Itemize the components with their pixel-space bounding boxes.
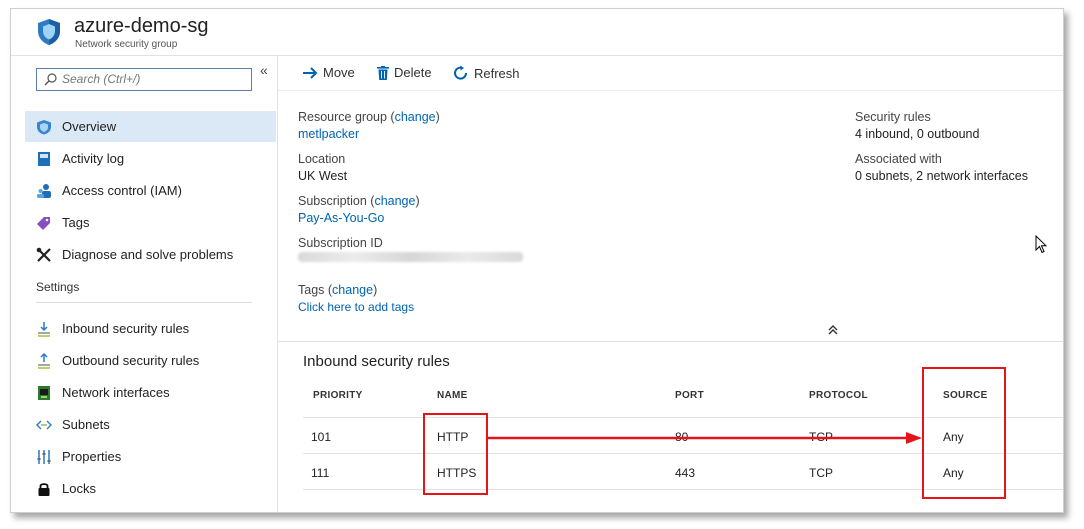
resource-group-change-link[interactable]: change (395, 110, 436, 124)
sidebar-item-label: Inbound security rules (62, 321, 190, 336)
inbound-rules-icon (38, 322, 50, 337)
sidebar-item-label: Network interfaces (62, 385, 170, 400)
move-button[interactable]: Move (302, 65, 355, 80)
sidebar-item-access-control[interactable]: Access control (IAM) (25, 175, 276, 206)
refresh-button[interactable]: Refresh (453, 65, 520, 81)
sidebar-item-label: Overview (62, 119, 117, 134)
trash-icon (377, 66, 389, 80)
search-box[interactable] (36, 68, 252, 91)
sidebar-item-label: Diagnose and solve problems (62, 247, 234, 262)
properties-icon (37, 450, 51, 464)
subscription-id-label: Subscription ID (298, 236, 383, 250)
sidebar-item-tags[interactable]: Tags (25, 207, 276, 238)
collapse-essentials-button[interactable] (828, 324, 838, 338)
refresh-icon (454, 65, 468, 80)
name-highlight-box (423, 413, 488, 495)
sidebar-item-overview[interactable]: Overview (25, 111, 276, 142)
search-input[interactable] (62, 70, 242, 88)
sidebar-item-label: Properties (62, 449, 122, 464)
search-icon (44, 73, 57, 86)
sidebar-item-subnets[interactable]: Subnets (25, 409, 276, 440)
mouse-pointer-icon (1035, 235, 1047, 254)
shield-logo-icon (38, 19, 60, 45)
subscription-label: Subscription (change) (298, 194, 420, 208)
sidebar-item-locks[interactable]: Locks (25, 473, 276, 504)
sidebar-item-label: Locks (62, 481, 96, 496)
users-icon (37, 184, 51, 198)
sidebar-item-label: Activity log (62, 151, 125, 166)
lock-icon (38, 483, 50, 496)
source-highlight-box (922, 367, 1006, 499)
add-tags-link[interactable]: Click here to add tags (298, 300, 414, 314)
refresh-label: Refresh (474, 66, 520, 81)
cell-port: 443 (675, 466, 696, 480)
main-content: Move Delete Refresh Resource group (chan… (278, 56, 1063, 512)
subscription-change-link[interactable]: change (374, 194, 415, 208)
tag-icon (37, 217, 50, 230)
annotation-arrow (488, 432, 922, 444)
sidebar-item-diagnose[interactable]: Diagnose and solve problems (25, 239, 276, 270)
outbound-rules-icon (38, 353, 50, 369)
inbound-rules-title: Inbound security rules (303, 353, 450, 370)
security-rules-value: 4 inbound, 0 outbound (855, 127, 980, 141)
sidebar-item-label: Subnets (62, 417, 110, 432)
sidebar-item-label: Outbound security rules (62, 353, 200, 368)
location-value: UK West (298, 169, 348, 183)
column-header-port: PORT (675, 390, 704, 401)
column-header-name: NAME (437, 390, 468, 401)
tags-label: Tags (change) (298, 283, 378, 297)
security-rules-label: Security rules (855, 110, 931, 124)
sidebar: « Overview Activity log Access control (… (11, 56, 278, 512)
associated-with-label: Associated with (855, 152, 942, 166)
location-label: Location (298, 152, 346, 166)
page-subtitle: Network security group (75, 39, 178, 50)
sidebar-item-inbound-rules[interactable]: Inbound security rules (25, 313, 276, 344)
column-header-protocol: PROTOCOL (809, 390, 868, 401)
blade-header: azure-demo-sg Network security group (11, 9, 1063, 56)
settings-heading: Settings (36, 280, 80, 294)
tags-change-link[interactable]: change (332, 283, 373, 297)
network-interface-icon (38, 386, 50, 400)
resource-group-link[interactable]: metlpacker (298, 127, 359, 141)
sidebar-item-activity-log[interactable]: Activity log (25, 143, 276, 174)
book-icon (38, 152, 50, 166)
sidebar-item-outbound-rules[interactable]: Outbound security rules (25, 345, 276, 376)
associated-with-value: 0 subnets, 2 network interfaces (855, 169, 1029, 183)
arrow-right-icon (303, 67, 318, 79)
shield-icon (37, 120, 51, 135)
portal-window: azure-demo-sg Network security group « O… (10, 8, 1064, 513)
move-label: Move (323, 65, 355, 80)
subnet-icon (36, 420, 52, 430)
delete-label: Delete (394, 65, 432, 80)
cell-priority: 101 (311, 430, 332, 444)
sidebar-item-network-interfaces[interactable]: Network interfaces (25, 377, 276, 408)
sidebar-item-label: Access control (IAM) (62, 183, 182, 198)
settings-divider (36, 302, 252, 303)
column-header-priority: PRIORITY (313, 390, 363, 401)
page-title: azure-demo-sg (74, 15, 209, 37)
resource-group-label: Resource group (change) (298, 110, 440, 124)
subscription-link[interactable]: Pay-As-You-Go (298, 211, 384, 225)
wrench-icon (36, 247, 51, 262)
command-bar: Move Delete Refresh (278, 56, 1063, 91)
chevron-double-up-icon (828, 325, 838, 335)
subscription-id-redacted (298, 252, 523, 262)
cell-priority: 111 (311, 466, 330, 480)
essentials-divider (278, 341, 1063, 342)
sidebar-item-properties[interactable]: Properties (25, 441, 276, 472)
cell-protocol: TCP (809, 466, 833, 480)
delete-button[interactable]: Delete (377, 65, 432, 80)
sidebar-item-label: Tags (62, 215, 90, 230)
collapse-sidebar-button[interactable]: « (260, 62, 268, 78)
